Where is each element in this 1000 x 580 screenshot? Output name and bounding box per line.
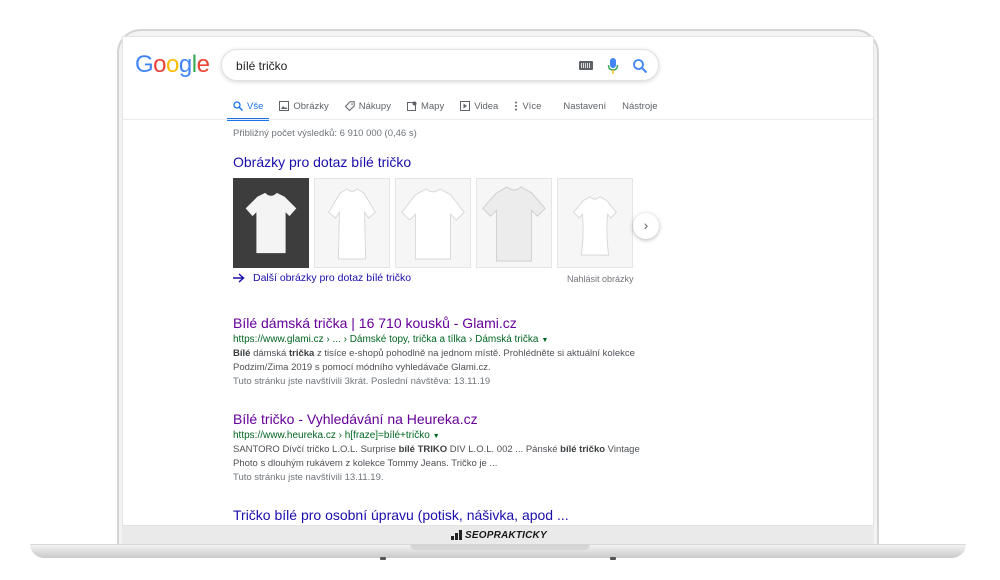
result-visit-info: Tuto stránku jste navštívili 3krát. Posl… xyxy=(233,376,491,387)
map-icon xyxy=(406,101,417,111)
laptop-brand-text: SEOPRAKTICKY xyxy=(465,530,547,541)
tshirt-image xyxy=(245,192,297,254)
image-thumbnail[interactable] xyxy=(476,178,552,268)
result-stats: Přibližný počet výsledků: 6 910 000 (0,4… xyxy=(233,128,417,139)
tab-label: Videa xyxy=(474,100,499,112)
image-thumbnail[interactable] xyxy=(557,178,633,268)
snippet-text: SANTORO Dívčí tričko L.O.L. Surprise xyxy=(233,444,399,455)
image-carousel xyxy=(233,178,645,268)
play-icon xyxy=(460,101,471,111)
result-title-link[interactable]: Bílé dámská trička | 16 710 kousků - Gla… xyxy=(233,315,653,331)
arrow-right-icon xyxy=(233,273,245,283)
more-images-link[interactable]: Další obrázky pro dotaz bílé tričko xyxy=(233,272,411,284)
image-icon xyxy=(279,101,290,111)
search-input[interactable]: bílé tričko xyxy=(236,59,287,73)
carousel-next-button[interactable]: › xyxy=(633,213,659,239)
result-snippet: Bílé dámská trička z tisíce e-shopů poho… xyxy=(233,347,653,375)
tab-shopping[interactable]: Nákupy xyxy=(344,95,391,117)
result-title-link[interactable]: Bílé tričko - Vyhledávání na Heureka.cz xyxy=(233,411,653,427)
laptop-notch xyxy=(410,544,590,550)
tshirt-image xyxy=(572,196,618,256)
tab-tools[interactable]: Nástroje xyxy=(622,95,657,117)
search-result: Tričko bílé pro osobní úpravu (potisk, n… xyxy=(233,507,653,523)
chevron-right-icon: › xyxy=(643,217,649,233)
tshirt-image xyxy=(401,188,465,260)
search-result: Bílé tričko - Vyhledávání na Heureka.cz … xyxy=(233,411,653,485)
tag-icon xyxy=(344,101,355,111)
image-thumbnail[interactable] xyxy=(314,178,390,268)
logo-letter: g xyxy=(178,51,192,78)
snippet-highlight: bílé TRIKO xyxy=(398,444,448,455)
search-box[interactable]: bílé tričko xyxy=(221,49,659,81)
result-url-text: https://www.glami.cz › ... › Dámské topy… xyxy=(233,334,539,345)
tab-label: Nástroje xyxy=(622,100,658,112)
tab-label: Obrázky xyxy=(293,100,329,112)
search-icon xyxy=(233,101,243,111)
logo-letter: o xyxy=(166,51,179,78)
brand-logo-icon xyxy=(451,530,462,540)
snippet-text: dámská xyxy=(250,348,289,359)
more-images-label: Další obrázky pro dotaz bílé tričko xyxy=(253,272,412,284)
result-visit-info: Tuto stránku jste navštívili 13.11.19. xyxy=(233,472,384,483)
tab-images[interactable]: Obrázky xyxy=(279,95,329,117)
more-vertical-icon xyxy=(515,101,518,111)
image-thumbnail[interactable] xyxy=(233,178,309,268)
tabs-divider xyxy=(123,119,873,120)
tab-label: Mapy xyxy=(420,100,445,112)
laptop-foot xyxy=(380,557,386,560)
laptop-foot xyxy=(610,557,616,560)
caret-down-icon[interactable]: ▼ xyxy=(541,337,548,344)
tab-more[interactable]: Více xyxy=(514,95,541,117)
snippet-text: DIV L.O.L. 002 ... Pánské xyxy=(447,444,561,455)
logo-letter: o xyxy=(153,51,167,78)
snippet-highlight: trička xyxy=(288,348,315,359)
report-images-link[interactable]: Nahlásit obrázky xyxy=(567,274,634,284)
result-title-link[interactable]: Tričko bílé pro osobní úpravu (potisk, n… xyxy=(233,507,653,523)
snippet-highlight: bílé tričko xyxy=(560,444,606,455)
tab-settings[interactable]: Nastavení xyxy=(563,95,606,117)
tab-label: Nákupy xyxy=(358,100,391,112)
result-snippet: SANTORO Dívčí tričko L.O.L. Surprise bíl… xyxy=(233,443,653,471)
tshirt-image xyxy=(482,186,546,262)
browser-screen: Google bílé tričko Vše Obrázky Nákupy Ma… xyxy=(122,36,874,526)
result-url-text: https://www.heureka.cz › h[fraze]=bílé+t… xyxy=(233,430,430,441)
search-icon[interactable] xyxy=(632,58,648,74)
tab-label: Více xyxy=(522,100,542,112)
caret-down-icon[interactable]: ▼ xyxy=(433,433,440,440)
result-url[interactable]: https://www.glami.cz › ... › Dámské topy… xyxy=(233,334,653,345)
search-result: Bílé dámská trička | 16 710 kousků - Gla… xyxy=(233,315,653,389)
tab-all[interactable]: Vše xyxy=(226,95,270,121)
logo-letter: G xyxy=(135,51,154,78)
tshirt-image xyxy=(328,188,376,260)
images-heading-link[interactable]: Obrázky pro dotaz bílé tričko xyxy=(233,154,411,170)
tab-maps[interactable]: Mapy xyxy=(406,95,445,117)
logo-letter: e xyxy=(196,51,210,78)
tab-label: Vše xyxy=(247,100,264,112)
keyboard-icon[interactable] xyxy=(579,61,593,70)
search-tabs: Vše Obrázky Nákupy Mapy Videa Více Nasta… xyxy=(226,95,674,121)
image-thumbnail[interactable] xyxy=(395,178,471,268)
microphone-icon[interactable] xyxy=(607,57,619,75)
tab-videos[interactable]: Videa xyxy=(460,95,498,117)
snippet-highlight: Bílé xyxy=(233,348,251,359)
result-url[interactable]: https://www.heureka.cz › h[fraze]=bílé+t… xyxy=(233,430,653,441)
tab-label: Nastavení xyxy=(563,100,607,112)
google-logo[interactable]: Google xyxy=(135,51,210,79)
